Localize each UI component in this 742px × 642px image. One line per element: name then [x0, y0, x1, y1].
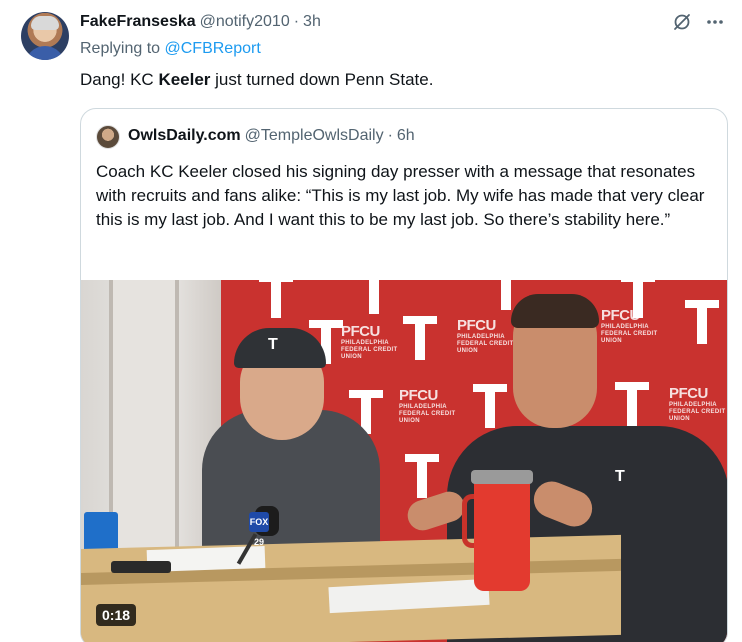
- tweet-text-bold: Keeler: [158, 70, 211, 89]
- smartphone: [111, 561, 171, 573]
- microphone: FOX 29: [236, 506, 281, 565]
- temple-t-logo: [403, 316, 437, 360]
- temple-t-logo: [405, 454, 439, 498]
- door-frame: [109, 280, 179, 550]
- author-avatar[interactable]: [21, 12, 69, 60]
- person-left-cap: [234, 328, 326, 368]
- red-tumbler: [474, 473, 530, 591]
- tweet-text-after: just turned down Penn State.: [210, 70, 434, 89]
- quoted-handle[interactable]: @TempleOwlsDaily: [245, 127, 384, 145]
- replying-to-line: Replying to @CFBReport: [80, 40, 261, 58]
- tweet-text-before: Dang! KC: [80, 70, 159, 89]
- avatar-shirt: [25, 46, 65, 60]
- tweet-text: Dang! KC Keeler just turned down Penn St…: [80, 69, 433, 91]
- more-icon: [707, 20, 723, 24]
- video-duration-badge: 0:18: [96, 604, 137, 626]
- quoted-separator: ·: [387, 127, 393, 144]
- replying-prefix: Replying to: [80, 40, 161, 57]
- person-right-hair: [511, 294, 599, 328]
- grok-icon: [674, 14, 690, 30]
- quoted-tweet-text: Coach KC Keeler closed his signing day p…: [96, 162, 705, 229]
- quoted-tweet-header: OwlsDaily.com @TempleOwlsDaily · 6h: [128, 127, 415, 145]
- quoted-author-avatar[interactable]: [96, 125, 120, 149]
- quoted-display-name[interactable]: OwlsDaily.com: [128, 127, 241, 145]
- video-player[interactable]: PFCU PHILADELPHIA FEDERAL CREDIT UNION PF…: [81, 280, 727, 642]
- sponsor-name: PFCU: [399, 387, 438, 404]
- tweet-timestamp[interactable]: 3h: [303, 13, 321, 31]
- quoted-timestamp[interactable]: 6h: [397, 127, 415, 145]
- temple-t-logo: [357, 280, 391, 314]
- header-separator: ·: [293, 13, 300, 30]
- grok-button[interactable]: [670, 10, 694, 34]
- tumbler-lid: [471, 470, 533, 484]
- author-display-name[interactable]: FakeFranseska: [80, 13, 196, 31]
- author-handle[interactable]: @notify2010: [200, 13, 290, 31]
- quoted-tweet-card[interactable]: OwlsDaily.com @TempleOwlsDaily · 6h Coac…: [80, 108, 728, 642]
- cap-t-logo: T: [268, 336, 278, 353]
- replying-to-handle-link[interactable]: @CFBReport: [165, 40, 261, 57]
- tweet-header: FakeFranseska @notify2010 · 3h: [80, 12, 321, 32]
- microphone-flag: FOX 29: [249, 512, 269, 547]
- avatar-hair: [31, 16, 59, 30]
- more-options-button[interactable]: [703, 10, 727, 34]
- jacket-t-logo: T: [615, 468, 625, 485]
- temple-t-logo: [259, 280, 293, 318]
